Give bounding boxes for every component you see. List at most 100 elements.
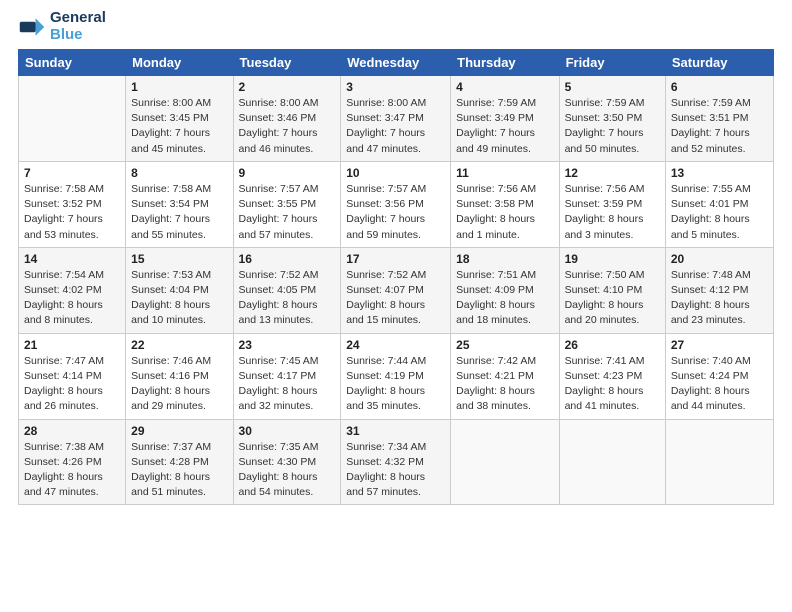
day-cell: 24 Sunrise: 7:44 AMSunset: 4:19 PMDayligh…: [341, 333, 451, 419]
day-info: Sunrise: 7:38 AMSunset: 4:26 PMDaylight:…: [24, 440, 120, 501]
calendar-table: SundayMondayTuesdayWednesdayThursdayFrid…: [18, 49, 774, 505]
day-info: Sunrise: 7:56 AMSunset: 3:58 PMDaylight:…: [456, 182, 553, 243]
day-cell: 13 Sunrise: 7:55 AMSunset: 4:01 PMDayligh…: [665, 161, 773, 247]
day-info: Sunrise: 8:00 AMSunset: 3:45 PMDaylight:…: [131, 96, 227, 157]
day-number: 4: [456, 80, 553, 94]
day-cell: [19, 76, 126, 162]
day-cell: 16Sunrise: 7:52 AMSunset: 4:05 PMDayligh…: [233, 247, 341, 333]
day-number: 10: [346, 166, 445, 180]
day-cell: 30 Sunrise: 7:35 AMSunset: 4:30 PMDayligh…: [233, 419, 341, 505]
day-info: Sunrise: 7:53 AMSunset: 4:04 PMDaylight:…: [131, 268, 227, 329]
day-cell: 21 Sunrise: 7:47 AMSunset: 4:14 PMDayligh…: [19, 333, 126, 419]
day-cell: [451, 419, 559, 505]
day-cell: [665, 419, 773, 505]
day-info: Sunrise: 7:47 AMSunset: 4:14 PMDaylight:…: [24, 354, 120, 415]
day-cell: 9 Sunrise: 7:57 AMSunset: 3:55 PMDaylight…: [233, 161, 341, 247]
day-cell: 1Sunrise: 8:00 AMSunset: 3:45 PMDaylight…: [126, 76, 233, 162]
day-info: Sunrise: 7:37 AMSunset: 4:28 PMDaylight:…: [131, 440, 227, 501]
day-info: Sunrise: 7:42 AMSunset: 4:21 PMDaylight:…: [456, 354, 553, 415]
week-row-2: 7 Sunrise: 7:58 AMSunset: 3:52 PMDaylight…: [19, 161, 774, 247]
logo-text: General Blue: [50, 10, 106, 43]
header-day-wednesday: Wednesday: [341, 50, 451, 76]
day-cell: 3 Sunrise: 8:00 AMSunset: 3:47 PMDaylight…: [341, 76, 451, 162]
day-info: Sunrise: 7:58 AMSunset: 3:52 PMDaylight:…: [24, 182, 120, 243]
day-info: Sunrise: 7:58 AMSunset: 3:54 PMDaylight:…: [131, 182, 227, 243]
header-day-friday: Friday: [559, 50, 665, 76]
day-info: Sunrise: 7:57 AMSunset: 3:55 PMDaylight:…: [239, 182, 336, 243]
logo: General Blue: [18, 10, 106, 43]
day-cell: 6 Sunrise: 7:59 AMSunset: 3:51 PMDaylight…: [665, 76, 773, 162]
day-number: 27: [671, 338, 768, 352]
day-info: Sunrise: 7:34 AMSunset: 4:32 PMDaylight:…: [346, 440, 445, 501]
day-number: 20: [671, 252, 768, 266]
day-number: 23: [239, 338, 336, 352]
day-number: 22: [131, 338, 227, 352]
day-number: 29: [131, 424, 227, 438]
day-number: 11: [456, 166, 553, 180]
day-cell: 14Sunrise: 7:54 AMSunset: 4:02 PMDayligh…: [19, 247, 126, 333]
day-cell: 26Sunrise: 7:41 AMSunset: 4:23 PMDayligh…: [559, 333, 665, 419]
calendar-header-row: SundayMondayTuesdayWednesdayThursdayFrid…: [19, 50, 774, 76]
day-number: 7: [24, 166, 120, 180]
day-cell: 12 Sunrise: 7:56 AMSunset: 3:59 PMDayligh…: [559, 161, 665, 247]
day-info: Sunrise: 7:55 AMSunset: 4:01 PMDaylight:…: [671, 182, 768, 243]
day-info: Sunrise: 7:59 AMSunset: 3:51 PMDaylight:…: [671, 96, 768, 157]
day-cell: 27Sunrise: 7:40 AMSunset: 4:24 PMDayligh…: [665, 333, 773, 419]
day-cell: 29 Sunrise: 7:37 AMSunset: 4:28 PMDayligh…: [126, 419, 233, 505]
day-cell: 23 Sunrise: 7:45 AMSunset: 4:17 PMDayligh…: [233, 333, 341, 419]
day-number: 26: [565, 338, 660, 352]
day-cell: 25Sunrise: 7:42 AMSunset: 4:21 PMDayligh…: [451, 333, 559, 419]
day-number: 3: [346, 80, 445, 94]
day-number: 30: [239, 424, 336, 438]
day-number: 5: [565, 80, 660, 94]
day-number: 28: [24, 424, 120, 438]
header-day-thursday: Thursday: [451, 50, 559, 76]
header-day-saturday: Saturday: [665, 50, 773, 76]
week-row-1: 1Sunrise: 8:00 AMSunset: 3:45 PMDaylight…: [19, 76, 774, 162]
day-cell: 18 Sunrise: 7:51 AMSunset: 4:09 PMDayligh…: [451, 247, 559, 333]
day-number: 13: [671, 166, 768, 180]
day-number: 12: [565, 166, 660, 180]
day-number: 2: [239, 80, 336, 94]
day-info: Sunrise: 7:44 AMSunset: 4:19 PMDaylight:…: [346, 354, 445, 415]
day-number: 21: [24, 338, 120, 352]
day-cell: 17 Sunrise: 7:52 AMSunset: 4:07 PMDayligh…: [341, 247, 451, 333]
day-number: 19: [565, 252, 660, 266]
week-row-5: 28 Sunrise: 7:38 AMSunset: 4:26 PMDayligh…: [19, 419, 774, 505]
day-info: Sunrise: 7:54 AMSunset: 4:02 PMDaylight:…: [24, 268, 120, 329]
day-info: Sunrise: 8:00 AMSunset: 3:46 PMDaylight:…: [239, 96, 336, 157]
day-info: Sunrise: 8:00 AMSunset: 3:47 PMDaylight:…: [346, 96, 445, 157]
day-number: 9: [239, 166, 336, 180]
header: General Blue: [18, 10, 774, 43]
day-info: Sunrise: 7:35 AMSunset: 4:30 PMDaylight:…: [239, 440, 336, 501]
page: General Blue SundayMondayTuesdayWednesda…: [0, 0, 792, 515]
day-number: 6: [671, 80, 768, 94]
day-number: 31: [346, 424, 445, 438]
day-info: Sunrise: 7:45 AMSunset: 4:17 PMDaylight:…: [239, 354, 336, 415]
day-number: 8: [131, 166, 227, 180]
day-info: Sunrise: 7:56 AMSunset: 3:59 PMDaylight:…: [565, 182, 660, 243]
day-cell: 7 Sunrise: 7:58 AMSunset: 3:52 PMDaylight…: [19, 161, 126, 247]
header-day-tuesday: Tuesday: [233, 50, 341, 76]
day-info: Sunrise: 7:51 AMSunset: 4:09 PMDaylight:…: [456, 268, 553, 329]
day-number: 24: [346, 338, 445, 352]
day-number: 15: [131, 252, 227, 266]
day-info: Sunrise: 7:59 AMSunset: 3:50 PMDaylight:…: [565, 96, 660, 157]
week-row-3: 14Sunrise: 7:54 AMSunset: 4:02 PMDayligh…: [19, 247, 774, 333]
day-info: Sunrise: 7:59 AMSunset: 3:49 PMDaylight:…: [456, 96, 553, 157]
day-number: 17: [346, 252, 445, 266]
day-number: 18: [456, 252, 553, 266]
logo-icon: [18, 13, 46, 41]
day-info: Sunrise: 7:57 AMSunset: 3:56 PMDaylight:…: [346, 182, 445, 243]
day-cell: 31 Sunrise: 7:34 AMSunset: 4:32 PMDayligh…: [341, 419, 451, 505]
day-info: Sunrise: 7:52 AMSunset: 4:07 PMDaylight:…: [346, 268, 445, 329]
day-cell: 19Sunrise: 7:50 AMSunset: 4:10 PMDayligh…: [559, 247, 665, 333]
day-cell: 28 Sunrise: 7:38 AMSunset: 4:26 PMDayligh…: [19, 419, 126, 505]
header-day-monday: Monday: [126, 50, 233, 76]
day-number: 16: [239, 252, 336, 266]
week-row-4: 21 Sunrise: 7:47 AMSunset: 4:14 PMDayligh…: [19, 333, 774, 419]
day-cell: 8 Sunrise: 7:58 AMSunset: 3:54 PMDaylight…: [126, 161, 233, 247]
day-cell: 15 Sunrise: 7:53 AMSunset: 4:04 PMDayligh…: [126, 247, 233, 333]
day-cell: 11 Sunrise: 7:56 AMSunset: 3:58 PMDayligh…: [451, 161, 559, 247]
header-day-sunday: Sunday: [19, 50, 126, 76]
